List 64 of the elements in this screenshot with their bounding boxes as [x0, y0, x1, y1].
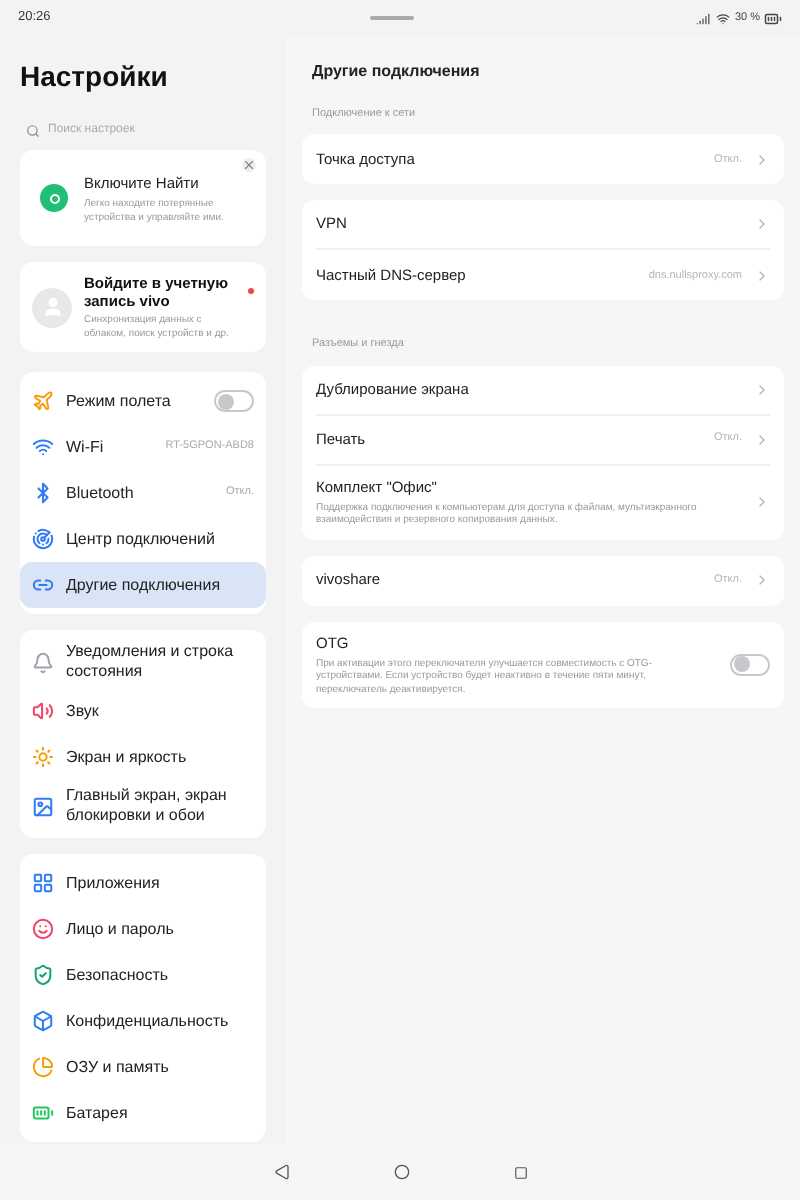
otg-toggle[interactable]	[730, 653, 770, 676]
item-label: Лицо и пароль	[66, 919, 176, 939]
wifi-icon	[32, 436, 54, 458]
chevron-icon	[754, 267, 770, 284]
chevron-icon	[754, 151, 770, 168]
item-label: Режим полета	[66, 391, 173, 411]
item-label: Конфиденциальность	[66, 1011, 231, 1031]
sidebar-item[interactable]: Лицо и пароль	[20, 906, 266, 952]
search-icon	[26, 123, 40, 137]
sidebar-item[interactable]: Экран и яркость	[20, 734, 266, 780]
sidebar-item[interactable]: Главный экран, экран блокировки и обои	[20, 780, 266, 832]
item-label: Главный экран, экран блокировки и обои	[66, 786, 229, 826]
airplane-toggle[interactable]	[214, 390, 254, 412]
item-label: Центр подключений	[66, 529, 217, 549]
sidebar-item[interactable]: Приложения	[20, 860, 266, 906]
item-label: Звук	[66, 701, 101, 721]
chevron-icon	[754, 381, 770, 397]
pie-icon	[32, 1056, 54, 1078]
item-label: Приложения	[66, 873, 162, 893]
radar-icon	[32, 528, 54, 550]
item-label: Экран и яркость	[66, 747, 189, 767]
notification-icon	[32, 651, 54, 673]
plane-icon	[32, 390, 54, 412]
bluetooth-icon	[32, 482, 54, 504]
close-icon[interactable]	[242, 158, 256, 172]
sidebar-item[interactable]: Звук	[20, 688, 266, 734]
sidebar-item[interactable]: Другие подключения	[20, 562, 266, 608]
recents-icon[interactable]	[513, 1165, 527, 1179]
item-label: Bluetooth	[66, 483, 136, 503]
chevron-icon	[754, 431, 770, 447]
image-icon	[32, 795, 54, 817]
find-icon	[40, 184, 68, 212]
chevron-icon	[754, 494, 770, 510]
grid-icon	[32, 872, 54, 894]
sidebar-item[interactable]: Центр подключений	[20, 516, 266, 562]
back-icon[interactable]	[273, 1164, 289, 1180]
chevron-icon	[754, 216, 770, 233]
shield-icon	[32, 964, 54, 986]
handle-bar	[370, 16, 414, 20]
chevron-icon	[754, 572, 770, 588]
cube-icon	[32, 1010, 54, 1032]
sidebar-item[interactable]: Батарея	[20, 1090, 266, 1136]
sidebar-item[interactable]: Конфиденциальность	[20, 998, 266, 1044]
speaker-icon	[32, 700, 54, 722]
link-icon	[32, 574, 54, 596]
face-icon	[32, 918, 54, 940]
home-icon[interactable]	[393, 1164, 409, 1180]
item-label: Уведомления и строка состояния	[66, 642, 236, 682]
item-label: Батарея	[66, 1103, 130, 1123]
sidebar-item[interactable]: ОЗУ и память	[20, 1044, 266, 1090]
signal-icon	[696, 11, 711, 25]
item-label: Другие подключения	[66, 575, 223, 595]
sun-icon	[32, 746, 54, 768]
sidebar-item[interactable]: Безопасность	[20, 952, 266, 998]
wifi-icon	[716, 11, 731, 25]
item-label: ОЗУ и память	[66, 1057, 171, 1077]
page-title: Другие подключения	[310, 60, 482, 84]
battery-icon	[764, 9, 782, 27]
sidebar-item[interactable]: Режим полета	[20, 378, 266, 424]
item-label: Безопасность	[66, 965, 171, 985]
sidebar-title: Настройки	[20, 58, 170, 96]
item-label: Wi-Fi	[66, 437, 106, 457]
battery-icon	[32, 1102, 54, 1124]
sidebar-item[interactable]: Уведомления и строка состояния	[20, 636, 266, 688]
